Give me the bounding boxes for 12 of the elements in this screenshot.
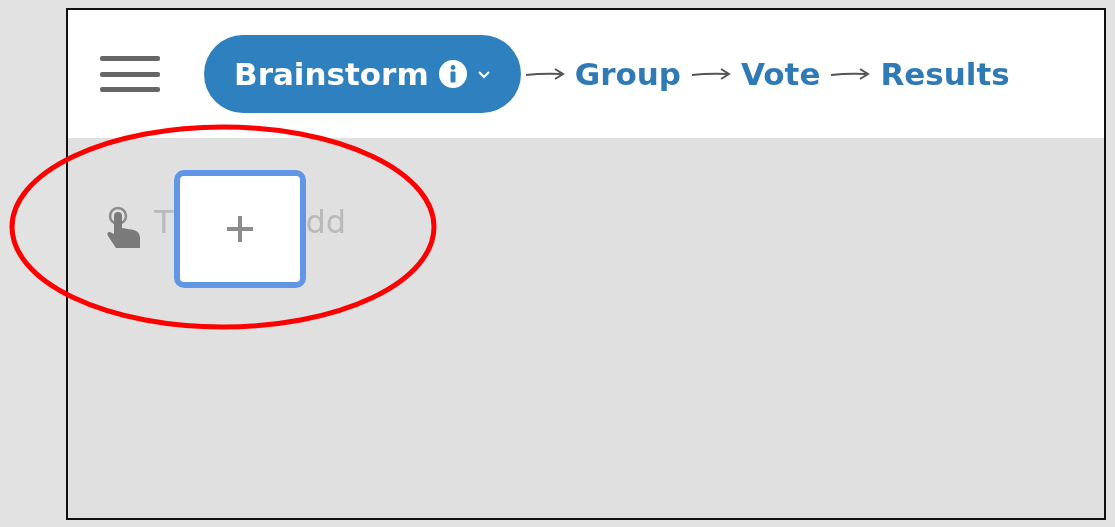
step-tab[interactable]: Brainstorm [204,35,521,113]
step-tab[interactable]: Results [880,56,1010,92]
step-tab[interactable]: Group [574,56,681,92]
add-button[interactable] [173,170,306,288]
arrow-icon [830,67,871,81]
plus-icon [224,214,255,244]
step-tab[interactable]: Vote [741,56,821,92]
arrow-icon [691,67,731,81]
arrow-icon [524,67,565,81]
menu-icon[interactable] [100,54,160,94]
info-icon [438,60,467,88]
chevron-icon [476,69,491,79]
